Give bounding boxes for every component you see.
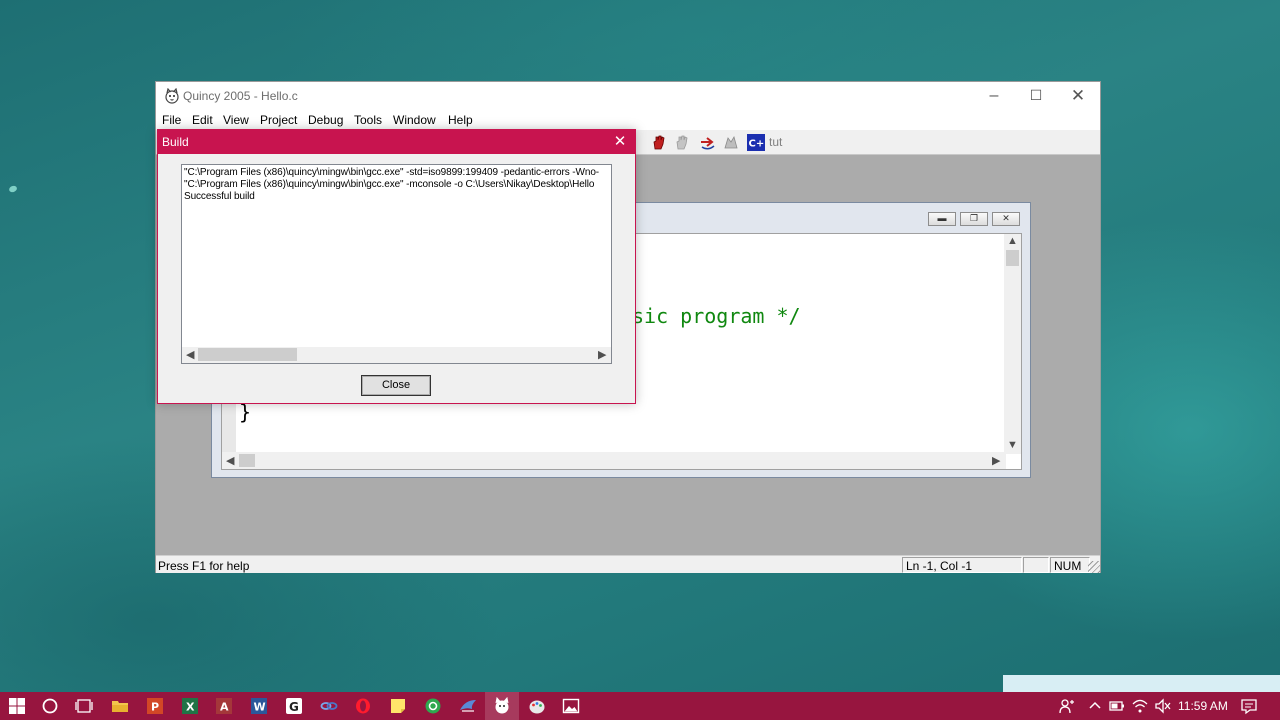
tut-toolbar-label[interactable]: tut — [769, 135, 782, 149]
build-log-line: "C:\Program Files (x86)\quincy\mingw\bin… — [184, 167, 600, 178]
build-output-list[interactable]: "C:\Program Files (x86)\quincy\mingw\bin… — [181, 164, 612, 364]
minimize-button[interactable]: – — [972, 82, 1016, 110]
svg-text:C+: C+ — [749, 139, 765, 150]
build-dialog-title: Build — [162, 135, 189, 149]
editor-vscroll-thumb[interactable] — [1006, 250, 1019, 266]
menu-file[interactable]: File — [162, 113, 181, 127]
step-into-icon[interactable] — [699, 134, 717, 151]
hand-stop-icon[interactable] — [650, 134, 668, 151]
editor-vertical-scrollbar[interactable]: ▲ ▼ — [1004, 234, 1021, 454]
menu-window[interactable]: Window — [393, 113, 436, 127]
svg-text:P: P — [151, 701, 159, 714]
volume-muted-icon[interactable] — [1154, 697, 1172, 715]
resize-grip[interactable] — [1088, 561, 1100, 573]
excel-icon[interactable]: X — [181, 697, 199, 715]
quincy-cat-icon — [165, 88, 179, 104]
action-center-icon[interactable] — [1240, 697, 1258, 715]
taskbar: P X A W G 11:59 AM — [0, 692, 1280, 720]
editor-minimize-button[interactable]: ▬ — [928, 212, 956, 226]
svg-text:A: A — [220, 701, 229, 714]
maximize-button[interactable]: ☐ — [1014, 82, 1058, 110]
cpp-tutorial-icon[interactable]: C+ — [747, 134, 765, 151]
word-icon[interactable]: W — [250, 697, 268, 715]
editor-hscroll-thumb[interactable] — [239, 454, 255, 467]
wifi-icon[interactable] — [1131, 697, 1149, 715]
dialog-close-icon[interactable]: ✕ — [605, 130, 635, 154]
menu-help[interactable]: Help — [448, 113, 473, 127]
desktop-decoration — [8, 184, 18, 194]
svg-text:G: G — [289, 700, 299, 714]
sticky-notes-icon[interactable] — [389, 697, 407, 715]
link-icon[interactable] — [320, 697, 338, 715]
status-help-text: Press F1 for help — [158, 559, 250, 573]
window-title: Quincy 2005 - Hello.c — [183, 89, 298, 103]
title-bar[interactable]: Quincy 2005 - Hello.c – ☐ ✕ — [156, 82, 1100, 110]
build-dialog-title-bar[interactable]: Build ✕ — [158, 130, 635, 154]
battery-icon[interactable] — [1108, 697, 1126, 715]
photos-icon[interactable] — [562, 697, 580, 715]
status-num-lock: NUM — [1050, 557, 1090, 573]
cortana-icon[interactable] — [41, 697, 59, 715]
menu-debug[interactable]: Debug — [308, 113, 343, 127]
close-window-button[interactable]: ✕ — [1056, 82, 1100, 110]
status-line-col: Ln -1, Col -1 — [902, 557, 1022, 573]
scroll-right-icon[interactable]: ▶ — [992, 454, 1000, 467]
svg-text:W: W — [254, 701, 266, 714]
desktop-window-edge — [1003, 675, 1280, 692]
breakpoint-disabled-icon[interactable] — [722, 134, 740, 151]
build-log-line: Successful build — [184, 191, 255, 202]
close-button[interactable]: Close — [361, 375, 431, 396]
people-icon[interactable] — [1058, 697, 1076, 715]
build-output-hscroll-thumb[interactable] — [198, 348, 297, 361]
start-icon[interactable] — [8, 697, 26, 715]
opera-icon[interactable] — [354, 697, 372, 715]
menu-tools[interactable]: Tools — [354, 113, 382, 127]
taskbar-clock[interactable]: 11:59 AM — [1178, 699, 1228, 713]
powerpoint-icon[interactable]: P — [146, 697, 164, 715]
code-comment: sic program */ — [632, 304, 801, 328]
scroll-down-icon[interactable]: ▼ — [1007, 439, 1018, 451]
scroll-right-icon[interactable]: ▶ — [598, 348, 606, 361]
editor-restore-button[interactable]: ❐ — [960, 212, 988, 226]
editor-close-button[interactable]: ✕ — [992, 212, 1020, 226]
g-app-icon[interactable]: G — [285, 697, 303, 715]
build-log-line: "C:\Program Files (x86)\quincy\mingw\bin… — [184, 179, 595, 190]
hand-disabled-icon[interactable] — [673, 134, 691, 151]
build-dialog: Build ✕ "C:\Program Files (x86)\quincy\m… — [157, 129, 636, 404]
menu-view[interactable]: View — [223, 113, 249, 127]
scroll-left-icon[interactable]: ◀ — [226, 454, 234, 467]
editor-horizontal-scrollbar[interactable]: ◀ ▶ — [222, 452, 1006, 469]
paint-icon[interactable] — [528, 697, 546, 715]
menu-project[interactable]: Project — [260, 113, 297, 127]
menu-edit[interactable]: Edit — [192, 113, 213, 127]
scroll-left-icon[interactable]: ◀ — [186, 348, 194, 361]
build-output-horizontal-scrollbar[interactable]: ◀ ▶ — [182, 347, 611, 363]
quincy-icon[interactable] — [493, 697, 511, 715]
status-bar: Press F1 for help Ln -1, Col -1 NUM — [156, 555, 1100, 573]
status-empty-pane — [1023, 557, 1049, 573]
task-view-icon[interactable] — [75, 697, 93, 715]
access-icon[interactable]: A — [215, 697, 233, 715]
wing-app-icon[interactable] — [459, 697, 477, 715]
scroll-up-icon[interactable]: ▲ — [1007, 235, 1018, 247]
menu-bar: File Edit View Project Debug Tools Windo… — [156, 110, 1100, 130]
svg-text:X: X — [186, 701, 195, 714]
green-app-icon[interactable] — [424, 697, 442, 715]
file-explorer-icon[interactable] — [111, 697, 129, 715]
chevron-up-icon[interactable] — [1086, 697, 1104, 715]
